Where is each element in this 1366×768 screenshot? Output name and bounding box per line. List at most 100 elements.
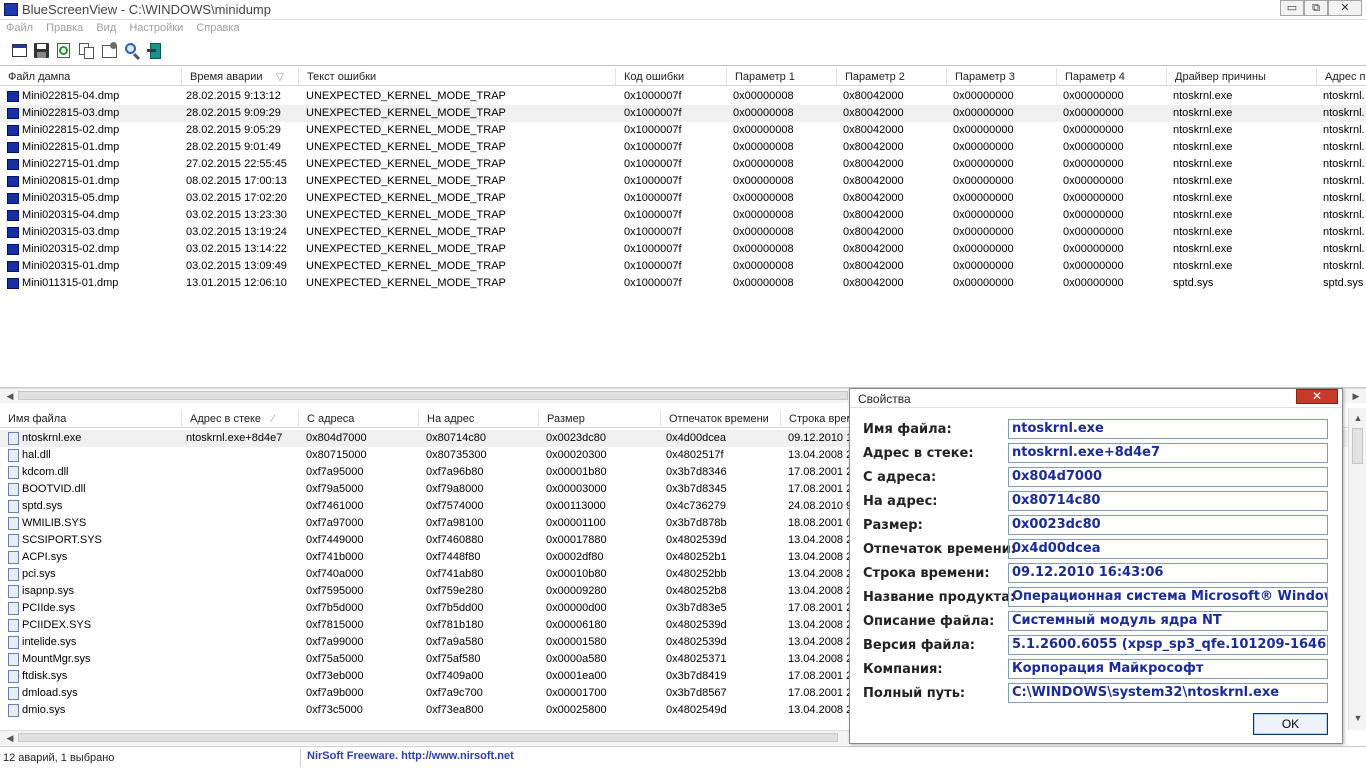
col-caused-by-address[interactable]: Адрес п	[1317, 68, 1366, 86]
scroll-up-icon[interactable]: ▲	[1352, 412, 1364, 424]
menu-help[interactable]: Справка	[196, 22, 239, 34]
cell-time-string: 13.04.2008 2	[788, 653, 853, 665]
scroll-right-icon[interactable]: ▶	[1350, 390, 1362, 402]
bottom-hscrollbar[interactable]: ◀	[0, 730, 849, 745]
html-report-icon[interactable]	[11, 42, 29, 60]
property-value-field[interactable]: C:\WINDOWS\system32\ntoskrnl.exe	[1008, 683, 1328, 703]
cell-filename: MountMgr.sys	[22, 653, 91, 665]
menu-view[interactable]: Вид	[96, 22, 116, 34]
col-param1[interactable]: Параметр 1	[727, 68, 837, 86]
dump-file-icon	[7, 91, 19, 102]
col-address-in-stack[interactable]: Адрес в стеке ⁄	[182, 410, 299, 428]
property-value-field[interactable]: ntoskrnl.exe	[1008, 419, 1328, 439]
cell-crash-time: 28.02.2015 9:05:29	[186, 124, 281, 136]
crash-row[interactable]: Mini020315-04.dmp 03.02.2015 13:23:30 UNEX…	[0, 207, 1366, 224]
crash-row[interactable]: Mini020815-01.dmp 08.02.2015 17:00:13 UNEX…	[0, 173, 1366, 190]
bottom-hscroll-thumb[interactable]	[18, 733, 838, 742]
cell-timestamp: 0x3b7d8567	[666, 687, 727, 699]
col-timestamp[interactable]: Отпечаток времени	[661, 410, 781, 428]
cell-time-string: 17.08.2001 2	[788, 602, 853, 614]
properties-dialog-titlebar[interactable]: Свойства ✕	[850, 389, 1342, 408]
property-value-field[interactable]: 0x804d7000	[1008, 467, 1328, 487]
module-file-icon	[8, 704, 19, 717]
col-crash-time[interactable]: Время аварии ▽	[182, 68, 299, 86]
col-param4[interactable]: Параметр 4	[1057, 68, 1167, 86]
crash-row[interactable]: Mini022715-01.dmp 27.02.2015 22:55:45 UNEX…	[0, 156, 1366, 173]
scroll-left-icon[interactable]: ◀	[4, 732, 16, 744]
cell-timestamp: 0x4d00dcea	[666, 432, 726, 444]
copy-icon[interactable]	[78, 42, 96, 60]
module-list-vscrollbar[interactable]: ▲ ▼	[1348, 408, 1366, 730]
scroll-left-icon[interactable]: ◀	[4, 390, 16, 402]
title-bar[interactable]: BlueScreenView - C:\WINDOWS\minidump ▭ ⧉…	[0, 0, 1366, 20]
crash-row[interactable]: Mini022815-04.dmp 28.02.2015 9:13:12 UNEXP…	[0, 88, 1366, 105]
dialog-close-button[interactable]: ✕	[1296, 389, 1338, 404]
nirsoft-link[interactable]: NirSoft Freeware. http://www.nirsoft.net	[307, 750, 514, 762]
col-param3[interactable]: Параметр 3	[947, 68, 1057, 86]
menu-settings[interactable]: Настройки	[129, 22, 183, 34]
minimize-button[interactable]: ▭	[1280, 0, 1304, 16]
col-dump-file[interactable]: Файл дампа	[0, 68, 182, 86]
crash-row[interactable]: Mini022815-01.dmp 28.02.2015 9:01:49 UNEXP…	[0, 139, 1366, 156]
col-bug-check-string[interactable]: Текст ошибки	[299, 68, 616, 86]
crash-row[interactable]: Mini020315-03.dmp 03.02.2015 13:19:24 UNEX…	[0, 224, 1366, 241]
cell-size: 0x00003000	[546, 483, 607, 495]
refresh-icon[interactable]	[55, 42, 73, 60]
cell-from-address: 0xf7449000	[306, 534, 364, 546]
cell-param2: 0x80042000	[843, 226, 904, 238]
cell-caused-by-driver: ntoskrnl.exe	[1173, 107, 1233, 119]
close-button[interactable]: ✕	[1328, 0, 1362, 16]
cell-size: 0x00010b80	[546, 568, 607, 580]
property-value-field[interactable]: Корпорация Майкрософт	[1008, 659, 1328, 679]
cell-crash-time: 03.02.2015 13:23:30	[186, 209, 287, 221]
property-value-field[interactable]: 0x0023dc80	[1008, 515, 1328, 535]
cell-crash-time: 03.02.2015 13:19:24	[186, 226, 287, 238]
cell-from-address: 0xf73eb000	[306, 670, 364, 682]
property-value-field[interactable]: 0x4d00dcea	[1008, 539, 1328, 559]
menu-file[interactable]: Файл	[6, 22, 33, 34]
crash-row[interactable]: Mini020315-02.dmp 03.02.2015 13:14:22 UNEX…	[0, 241, 1366, 258]
crash-row[interactable]: Mini020315-05.dmp 03.02.2015 17:02:20 UNEX…	[0, 190, 1366, 207]
exit-icon[interactable]	[147, 42, 165, 60]
menu-edit[interactable]: Правка	[46, 22, 83, 34]
property-value-field[interactable]: 0x80714c80	[1008, 491, 1328, 511]
cell-from-address: 0xf75a5000	[306, 653, 364, 665]
top-hscroll-thumb[interactable]	[18, 391, 848, 400]
col-to-address[interactable]: На адрес	[419, 410, 539, 428]
find-icon[interactable]	[124, 42, 142, 61]
vscroll-thumb[interactable]	[1352, 428, 1363, 464]
cell-filename: hal.dll	[22, 449, 51, 461]
col-bug-check-code[interactable]: Код ошибки	[616, 68, 727, 86]
property-value-field[interactable]: Операционная система Microsoft® Windows®	[1008, 587, 1328, 607]
ok-button[interactable]: OK	[1253, 713, 1328, 735]
maximize-button[interactable]: ⧉	[1304, 0, 1328, 16]
col-caused-by-driver[interactable]: Драйвер причины	[1167, 68, 1317, 86]
property-value-field[interactable]: Системный модуль ядра NT	[1008, 611, 1328, 631]
cell-param2: 0x80042000	[843, 158, 904, 170]
dump-file-icon	[7, 108, 19, 119]
cell-param1: 0x00000008	[733, 243, 794, 255]
cell-param3: 0x00000000	[953, 90, 1014, 102]
module-file-icon	[8, 602, 19, 615]
col-filename[interactable]: Имя файла	[0, 410, 182, 428]
cell-timestamp: 0x3b7d8346	[666, 466, 727, 478]
cell-dump-file: Mini022815-03.dmp	[22, 107, 120, 119]
property-value-field[interactable]: ntoskrnl.exe+8d4e7	[1008, 443, 1328, 463]
col-size[interactable]: Размер	[539, 410, 661, 428]
crash-row[interactable]: Mini020315-01.dmp 03.02.2015 13:09:49 UNEX…	[0, 258, 1366, 275]
cell-param4: 0x00000000	[1063, 226, 1124, 238]
properties-icon[interactable]	[101, 42, 119, 60]
crash-row[interactable]: Mini022815-02.dmp 28.02.2015 9:05:29 UNEXP…	[0, 122, 1366, 139]
col-param2[interactable]: Параметр 2	[837, 68, 947, 86]
col-from-address[interactable]: С адреса	[299, 410, 419, 428]
cell-timestamp: 0x480252b8	[666, 585, 727, 597]
property-value-field[interactable]: 5.1.2600.6055 (xpsp_sp3_qfe.101209-1646)	[1008, 635, 1328, 655]
crash-row[interactable]: Mini022815-03.dmp 28.02.2015 9:09:29 UNEXP…	[0, 105, 1366, 122]
cell-param1: 0x00000008	[733, 277, 794, 289]
col-time-string[interactable]: Строка време	[781, 410, 851, 428]
scroll-down-icon[interactable]: ▼	[1352, 712, 1364, 724]
save-icon[interactable]	[33, 42, 51, 60]
property-value-field[interactable]: 09.12.2010 16:43:06	[1008, 563, 1328, 583]
crash-row[interactable]: Mini011315-01.dmp 13.01.2015 12:06:10 UNEX…	[0, 275, 1366, 292]
cell-timestamp: 0x3b7d83e5	[666, 602, 727, 614]
